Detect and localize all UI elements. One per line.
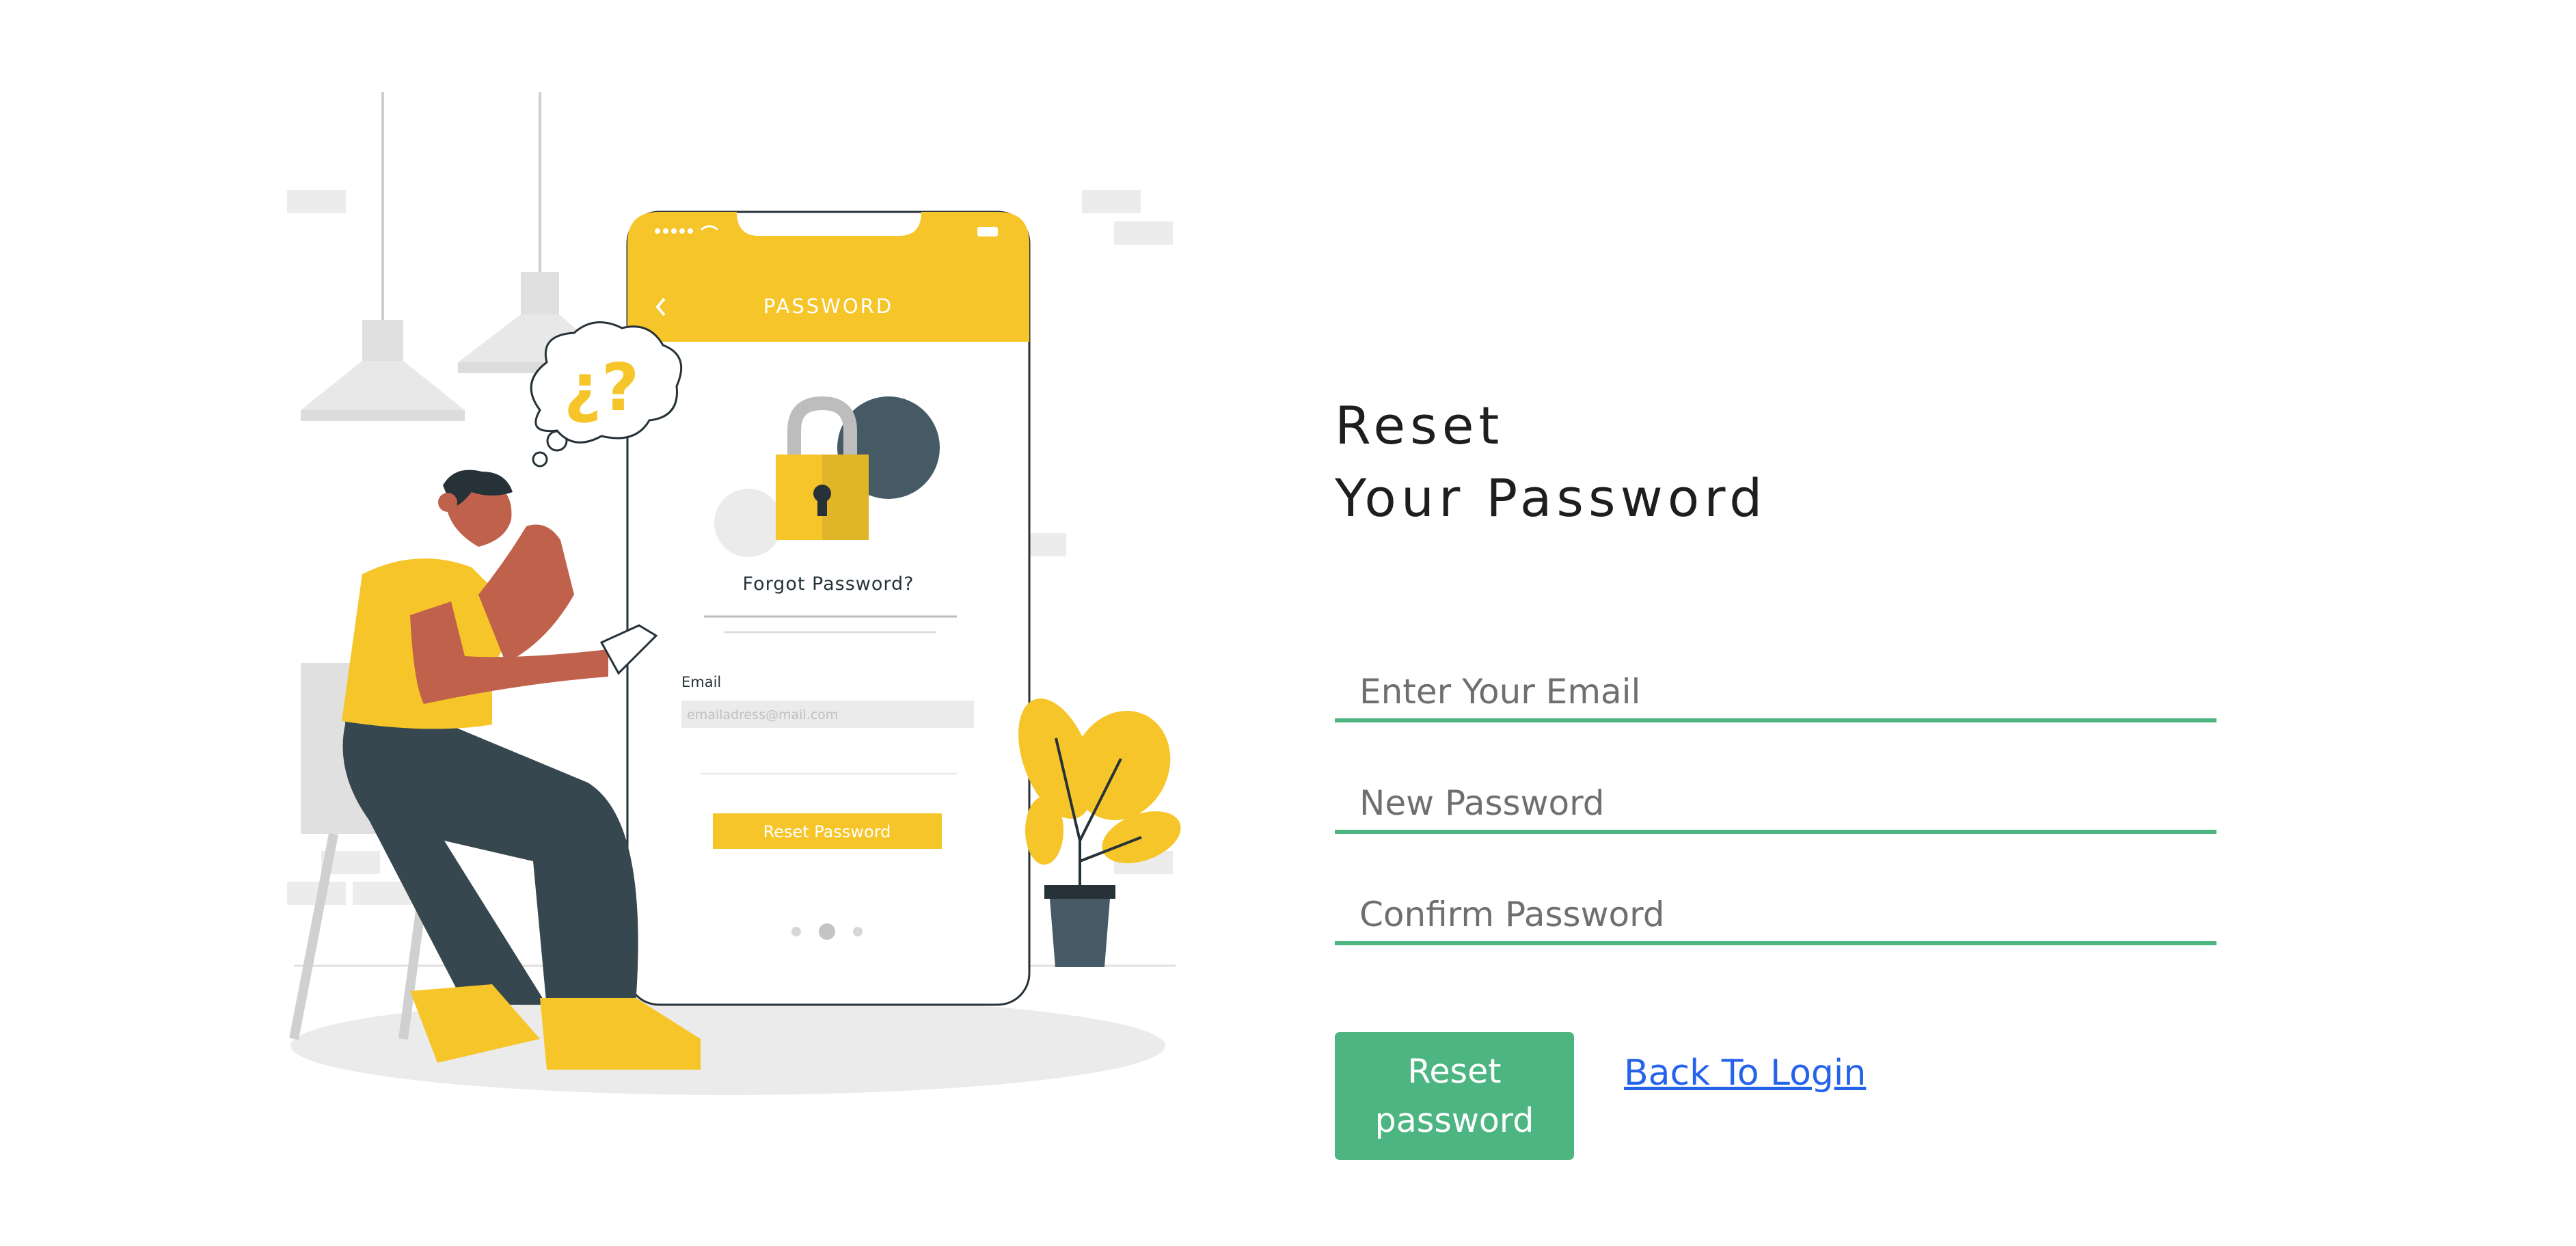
confirm-password-input[interactable] bbox=[1335, 860, 2216, 945]
title-line-2: Your Password bbox=[1335, 468, 1767, 528]
email-field-wrapper bbox=[1335, 637, 2216, 722]
new-password-input[interactable] bbox=[1335, 748, 2216, 834]
reset-password-form: Reset Your Password Reset password Back … bbox=[1335, 390, 2216, 1160]
page-title: Reset Your Password bbox=[1335, 390, 2216, 534]
new-password-field-wrapper bbox=[1335, 748, 2216, 834]
phone-email-label: Email bbox=[681, 674, 721, 690]
back-to-login-link[interactable]: Back To Login bbox=[1624, 1053, 1866, 1094]
potted-plant-icon bbox=[1018, 699, 1181, 967]
form-actions: Reset password Back To Login bbox=[1335, 1032, 1866, 1160]
phone-reset-button-label: Reset Password bbox=[763, 822, 891, 841]
phone-mockup: PASSWORD Forgot Password? Email emailadr… bbox=[626, 211, 1031, 1006]
phone-header-title: PASSWORD bbox=[763, 295, 893, 318]
reset-password-illustration: PASSWORD Forgot Password? Email emailadr… bbox=[287, 92, 1181, 1095]
email-input[interactable] bbox=[1335, 637, 2216, 722]
confirm-password-field-wrapper bbox=[1335, 860, 2216, 945]
phone-forgot-title: Forgot Password? bbox=[743, 573, 914, 595]
phone-email-placeholder: emailadress@mail.com bbox=[687, 707, 838, 722]
thought-bubble-text: ¿? bbox=[564, 351, 639, 426]
reset-password-button[interactable]: Reset password bbox=[1335, 1032, 1574, 1160]
title-line-1: Reset bbox=[1335, 395, 1504, 456]
